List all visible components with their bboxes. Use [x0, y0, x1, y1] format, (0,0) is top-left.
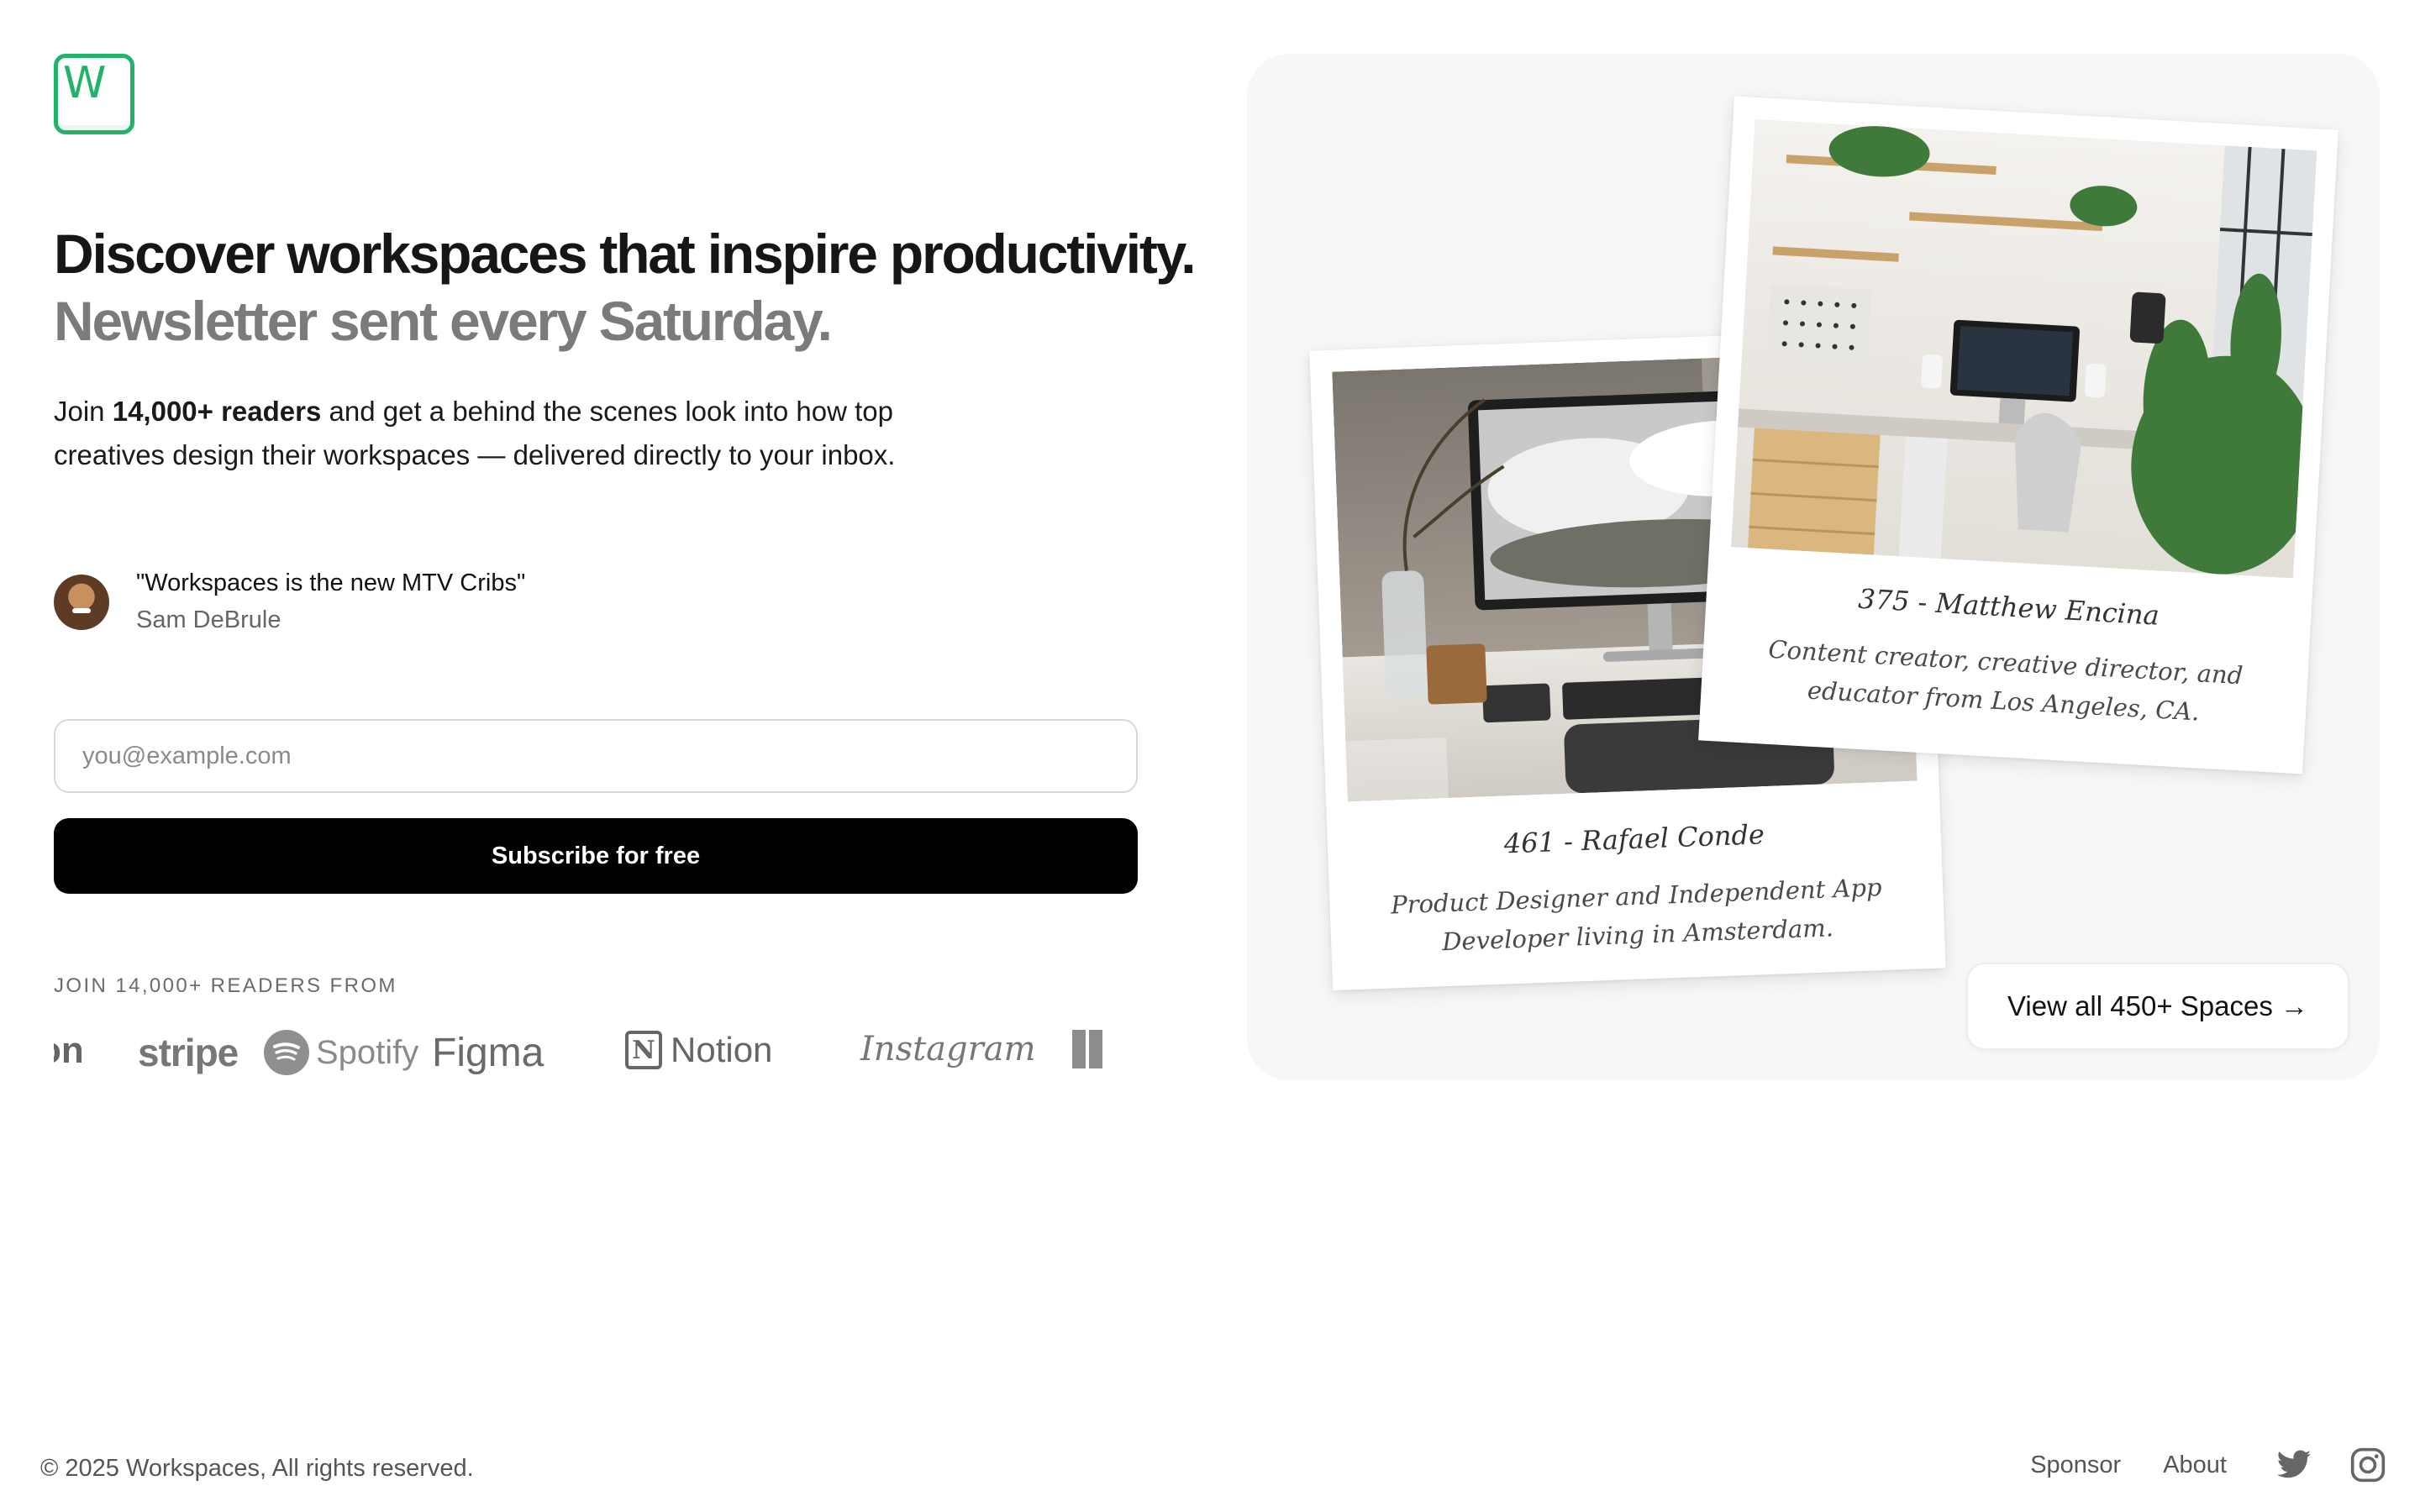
notion-logo-text: Notion	[671, 1030, 773, 1069]
card-description: Product Designer and Independent App Dev…	[1390, 873, 1883, 957]
twitter-icon[interactable]	[2275, 1446, 2312, 1483]
figma-logo-text: Figma	[432, 1031, 544, 1075]
amazon-logo-text: zon	[54, 1030, 84, 1071]
stripe-logo-text: stripe	[138, 1031, 239, 1074]
notion-logo: N Notion	[625, 1030, 772, 1070]
footer-nav: Sponsor About	[2030, 1446, 2386, 1483]
instagram-icon[interactable]	[2349, 1446, 2386, 1483]
spotify-icon	[264, 1030, 309, 1075]
workspace-photo	[1731, 118, 2317, 579]
card-name: 375 - Matthew Encina	[1857, 582, 2160, 632]
subscribe-button[interactable]: Subscribe for free	[54, 818, 1138, 894]
spotify-logo: Spotify	[264, 1030, 418, 1075]
intro-paragraph: Join 14,000+ readers and get a behind th…	[54, 390, 944, 477]
card-description: Content creator, creative director, and …	[1767, 634, 2244, 727]
intro-prefix: Join	[54, 396, 113, 427]
company-logo-strip: zon stripe Spotify Figma N Notion Instag…	[54, 1018, 1138, 1094]
readers-caption: JOIN 14,000+ READERS FROM	[54, 974, 397, 997]
email-input[interactable]	[54, 719, 1138, 793]
logo-letter: W	[63, 58, 107, 108]
figma-logo: Figma	[432, 1030, 544, 1076]
workspaces-logo[interactable]: W	[54, 54, 134, 134]
footer-link-about[interactable]: About	[2163, 1452, 2227, 1479]
testimonial-quote: "Workspaces is the new MTV Cribs"	[136, 570, 526, 596]
hero-headline: Discover workspaces that inspire product…	[54, 220, 1230, 354]
avatar	[54, 575, 109, 630]
headline-sub: Newsletter sent every Saturday.	[54, 290, 833, 352]
spotify-logo-text: Spotify	[316, 1033, 419, 1071]
headline-main: Discover workspaces that inspire product…	[54, 223, 1197, 285]
instagram-logo: Instagram	[860, 1030, 1036, 1068]
amazon-logo: zon	[54, 1030, 84, 1072]
partial-logo	[1072, 1030, 1102, 1068]
workspace-showcase: 461 - Rafael Conde Product Designer and …	[1247, 54, 2380, 1080]
testimonial: "Workspaces is the new MTV Cribs" Sam De…	[54, 564, 525, 638]
intro-readers-count: 14,000+ readers	[112, 396, 322, 427]
testimonial-author: Sam DeBrule	[136, 606, 281, 633]
notion-icon: N	[625, 1031, 662, 1069]
workspace-card-matthew[interactable]: 375 - Matthew Encina Content creator, cr…	[1698, 96, 2338, 774]
copyright: © 2025 Workspaces, All rights reserved.	[40, 1455, 474, 1482]
footer-link-sponsor[interactable]: Sponsor	[2030, 1452, 2121, 1479]
instagram-logo-text: Instagram	[860, 1030, 1036, 1068]
partial-logo-icon	[1072, 1030, 1102, 1068]
view-all-spaces-button[interactable]: View all 450+ Spaces →	[1966, 963, 2349, 1050]
stripe-logo: stripe	[138, 1030, 239, 1075]
testimonial-text: "Workspaces is the new MTV Cribs" Sam De…	[136, 564, 525, 638]
landing-page: W Discover workspaces that inspire produ…	[0, 0, 2420, 1512]
card-name: 461 - Rafael Conde	[1503, 818, 1765, 860]
